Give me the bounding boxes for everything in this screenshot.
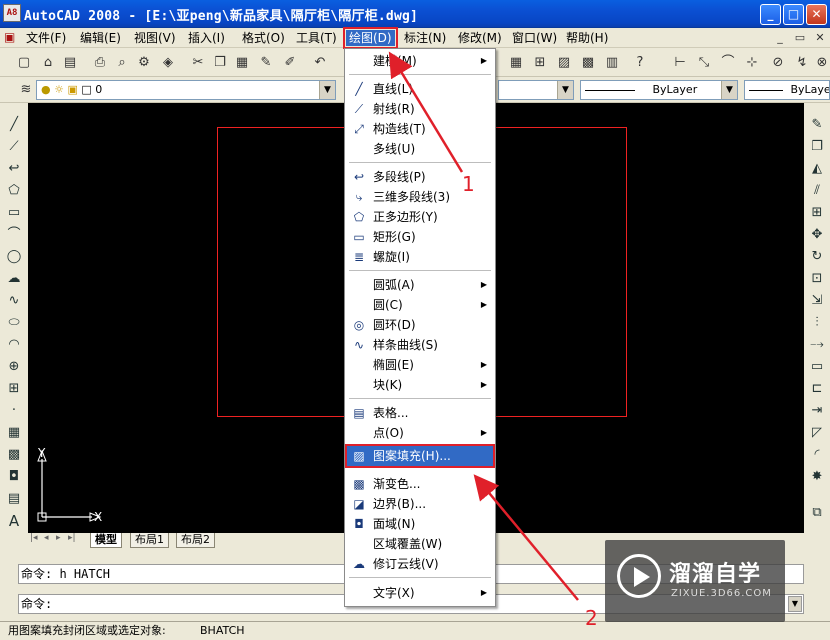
annotation-label-2: 2 [585, 606, 598, 630]
annotation-arrow-1 [388, 51, 464, 173]
annotation-label-1: 1 [462, 172, 475, 196]
watermark: 溜溜自学 ZIXUE.3D66.COM [605, 540, 785, 622]
annotation-arrow-2 [473, 474, 579, 601]
play-logo-icon [617, 554, 661, 598]
watermark-title: 溜溜自学 [669, 562, 762, 587]
watermark-url: ZIXUE.3D66.COM [671, 588, 772, 599]
